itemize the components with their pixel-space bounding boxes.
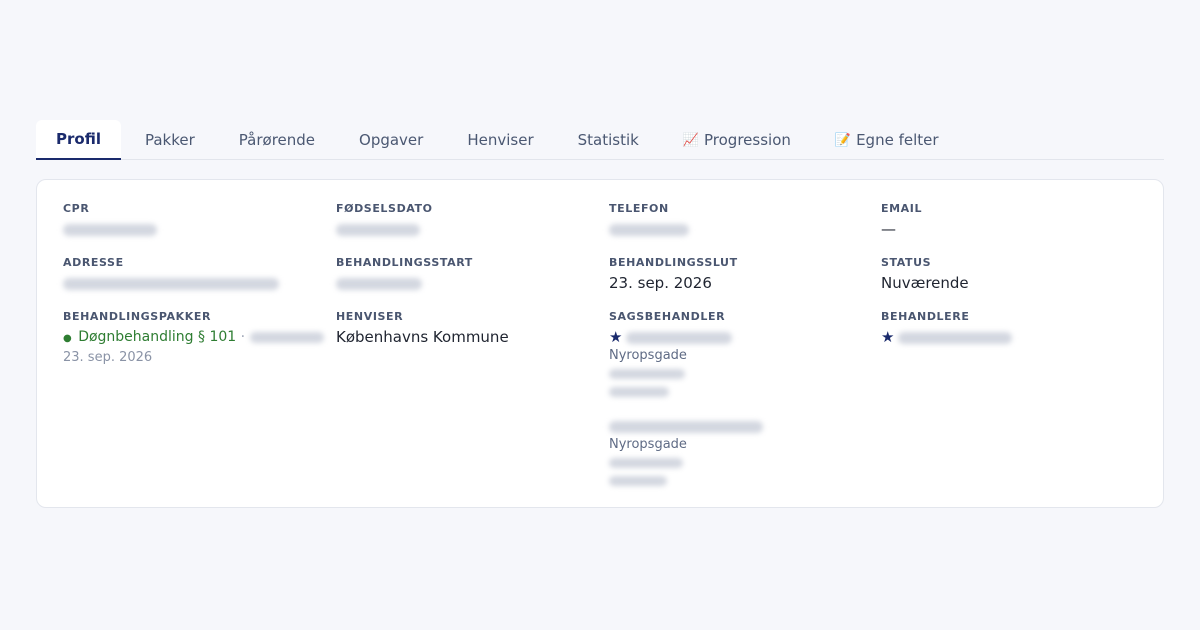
tab-bar: Profil Pakker Pårørende Opgaver Henviser… <box>36 120 1164 160</box>
caseworker-entry[interactable]: ★ Nyropsgade <box>609 327 869 401</box>
profile-column-2: Fødselsdato Behandlingsstart Henviser Kø… <box>336 202 596 364</box>
field-label: Sagsbehandler <box>609 310 726 323</box>
field-value-redacted <box>63 219 323 239</box>
field-status: Status Nuværende <box>881 256 1141 310</box>
package-name: Døgnbehandling § 101 <box>78 329 237 345</box>
tab-opgaver[interactable]: Opgaver <box>337 120 445 160</box>
redacted-value <box>609 368 685 379</box>
field-value: 23. sep. 2026 <box>609 274 712 292</box>
field-label: Behandlingsslut <box>609 256 738 269</box>
field-value-redacted <box>336 273 596 293</box>
field-telefon: Telefon <box>609 202 869 256</box>
field-behandlere: Behandlere ★ <box>881 310 1141 364</box>
tab-label: Statistik <box>577 131 639 149</box>
package-end-date: 23. sep. 2026 <box>63 350 153 365</box>
tab-egne-felter[interactable]: 📝 Egne felter <box>813 120 961 160</box>
status-value: Nuværende <box>881 274 969 292</box>
caseworker-name-row: ★ <box>609 327 869 347</box>
field-label: Email <box>881 202 923 215</box>
redacted-value <box>609 475 667 486</box>
redacted-value <box>63 223 157 236</box>
caseworker-street: Nyropsgade <box>609 437 687 452</box>
field-behandlingspakker: Behandlingspakker ● Døgnbehandling § 101… <box>63 310 324 365</box>
separator: · <box>240 329 246 345</box>
field-value-redacted <box>609 219 869 239</box>
profile-column-3: Telefon Behandlingsslut 23. sep. 2026 Sa… <box>609 202 869 486</box>
redacted-value <box>609 457 683 468</box>
field-sagsbehandler: Sagsbehandler ★ Nyropsgade Nyropsgade <box>609 310 869 486</box>
field-value: Københavns Kommune <box>336 328 509 346</box>
field-fodselsdato: Fødselsdato <box>336 202 596 256</box>
tab-label: Profil <box>56 130 101 148</box>
field-behandlingsslut: Behandlingsslut 23. sep. 2026 <box>609 256 869 310</box>
tab-pakker[interactable]: Pakker <box>123 120 217 160</box>
caseworker-detail-redacted <box>609 472 869 490</box>
practitioner-entry[interactable]: ★ <box>881 327 1141 347</box>
package-entry[interactable]: ● Døgnbehandling § 101 · <box>63 327 324 349</box>
field-value-redacted <box>63 273 323 293</box>
field-label: Behandlingsstart <box>336 256 473 269</box>
field-henviser: Henviser Københavns Kommune <box>336 310 596 364</box>
redacted-value <box>609 420 763 433</box>
tab-label: Opgaver <box>359 131 424 149</box>
star-icon: ★ <box>881 328 895 346</box>
caseworker-name-row <box>609 416 869 436</box>
tab-profil[interactable]: Profil <box>36 120 121 160</box>
tab-label: Henviser <box>467 131 534 149</box>
field-label: Behandlere <box>881 310 970 323</box>
chart-icon: 📈 <box>682 132 700 148</box>
tab-label: Progression <box>704 131 791 149</box>
field-adresse: Adresse <box>63 256 323 310</box>
tab-label: Pårørende <box>238 131 316 149</box>
profile-column-1: CPR Adresse Behandlingspakker ● Døgnbeha… <box>63 202 324 365</box>
field-label: Telefon <box>609 202 669 215</box>
redacted-value <box>898 331 1013 344</box>
profile-card: CPR Adresse Behandlingspakker ● Døgnbeha… <box>36 179 1164 508</box>
profile-column-4: Email — Status Nuværende Behandlere ★ <box>881 202 1141 364</box>
caseworker-entry[interactable]: Nyropsgade <box>609 416 869 490</box>
redacted-value <box>609 223 689 236</box>
tab-statistik[interactable]: Statistik <box>556 120 661 160</box>
redacted-value <box>249 331 324 343</box>
field-label: CPR <box>63 202 90 215</box>
caseworker-street: Nyropsgade <box>609 348 687 363</box>
field-label: Behandlingspakker <box>63 310 212 323</box>
field-value: — <box>881 220 896 238</box>
star-icon: ★ <box>609 328 623 346</box>
redacted-value <box>609 386 669 397</box>
redacted-value <box>626 331 733 344</box>
field-value-redacted <box>336 219 596 239</box>
caseworker-detail-redacted <box>609 454 869 472</box>
field-label: Adresse <box>63 256 124 269</box>
field-cpr: CPR <box>63 202 323 256</box>
field-label: Status <box>881 256 932 269</box>
caseworker-detail-redacted <box>609 383 869 401</box>
field-label: Fødselsdato <box>336 202 433 215</box>
caseworker-detail-redacted <box>609 365 869 383</box>
redacted-value <box>63 277 279 290</box>
tab-label: Egne felter <box>856 131 939 149</box>
field-email: Email — <box>881 202 1141 256</box>
tab-henviser[interactable]: Henviser <box>445 120 555 160</box>
tab-label: Pakker <box>144 131 195 149</box>
status-dot-icon: ● <box>63 333 72 344</box>
redacted-value <box>336 223 420 236</box>
memo-icon: 📝 <box>834 132 852 148</box>
tab-parorende[interactable]: Pårørende <box>217 120 337 160</box>
redacted-value <box>336 277 422 290</box>
tab-progression[interactable]: 📈 Progression <box>661 120 813 160</box>
field-label: Henviser <box>336 310 404 323</box>
field-behandlingsstart: Behandlingsstart <box>336 256 596 310</box>
